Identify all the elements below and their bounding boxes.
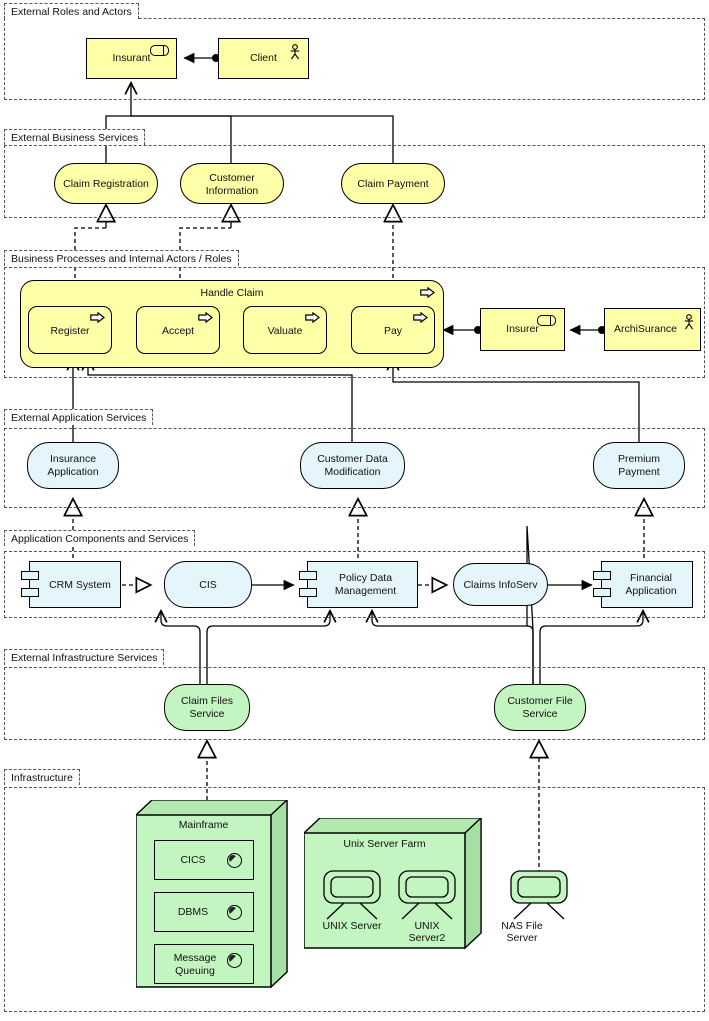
node-mainframe[interactable]: Mainframe CICS DBMS Message Queuing bbox=[136, 800, 288, 1002]
business-service-claim-payment[interactable]: Claim Payment bbox=[341, 163, 445, 204]
node-mainframe-label: Mainframe bbox=[178, 819, 229, 831]
layer-label-application-components: Application Components and Services bbox=[4, 530, 196, 546]
device-unix-server-label: UNIX Server bbox=[322, 920, 382, 932]
layer-label-external-business-services: External Business Services bbox=[4, 129, 146, 145]
application-service-claims-infoserv[interactable]: Claims InfoServ bbox=[453, 563, 548, 606]
business-process-pay[interactable]: Pay bbox=[351, 306, 435, 354]
architecture-diagram: External Roles and Actors External Busin… bbox=[0, 0, 709, 1021]
business-actor-client-label: Client bbox=[250, 52, 277, 64]
business-process-arrow-icon bbox=[90, 312, 105, 323]
device-icon bbox=[323, 870, 381, 920]
application-service-premium-payment[interactable]: Premium Payment bbox=[593, 442, 685, 489]
system-software-cics-label: CICS bbox=[180, 854, 206, 866]
layer-label-infrastructure: Infrastructure bbox=[4, 769, 80, 785]
business-process-arrow-icon bbox=[413, 312, 428, 323]
application-component-financial-application-label: Financial Application bbox=[625, 572, 677, 597]
business-process-arrow-icon bbox=[420, 287, 435, 298]
business-process-valuate-label: Valuate bbox=[267, 325, 303, 337]
application-component-financial-application[interactable]: Financial Application bbox=[593, 561, 693, 608]
system-software-message-queuing[interactable]: Message Queuing bbox=[154, 944, 254, 984]
business-process-accept-label: Accept bbox=[161, 325, 195, 337]
application-service-insurance-application-label: Insurance Application bbox=[47, 453, 99, 478]
business-service-claim-payment-label: Claim Payment bbox=[357, 178, 429, 190]
business-process-handle-claim-label: Handle Claim bbox=[200, 287, 264, 299]
application-service-insurance-application[interactable]: Insurance Application bbox=[27, 442, 119, 489]
infrastructure-service-claim-files-service[interactable]: Claim Files Service bbox=[164, 684, 250, 731]
business-process-arrow-icon bbox=[198, 312, 213, 323]
application-service-cis[interactable]: CIS bbox=[164, 561, 252, 608]
device-unix-server[interactable]: UNIX Server bbox=[320, 870, 384, 932]
infrastructure-service-claim-files-service-label: Claim Files Service bbox=[181, 695, 233, 720]
infrastructure-service-customer-file-service[interactable]: Customer File Service bbox=[494, 684, 586, 731]
device-unix-server2[interactable]: UNIX Server2 bbox=[395, 870, 459, 944]
business-actor-archisurance[interactable]: ArchiSurance bbox=[604, 308, 701, 351]
business-actor-client[interactable]: Client bbox=[218, 38, 309, 79]
device-icon bbox=[398, 870, 456, 920]
application-component-crm-system-label: CRM System bbox=[49, 579, 111, 591]
node-unix-server-farm[interactable]: Unix Server Farm UNIX Server UNIX Server… bbox=[304, 818, 482, 958]
business-service-claim-registration[interactable]: Claim Registration bbox=[54, 163, 158, 204]
business-service-claim-registration-label: Claim Registration bbox=[63, 178, 149, 190]
business-process-pay-label: Pay bbox=[383, 325, 403, 337]
system-software-message-queuing-label: Message Queuing bbox=[173, 952, 217, 977]
node-unix-server-farm-label: Unix Server Farm bbox=[343, 838, 426, 850]
layer-frame-external-infrastructure-services bbox=[4, 667, 705, 740]
business-role-insurer-label: Insurer bbox=[506, 323, 539, 335]
device-unix-server2-label: UNIX Server2 bbox=[408, 920, 446, 944]
application-service-cis-label: CIS bbox=[199, 579, 217, 591]
layer-label-external-roles-and-actors: External Roles and Actors bbox=[4, 3, 139, 19]
business-process-arrow-icon bbox=[305, 312, 320, 323]
layer-label-business-processes: Business Processes and Internal Actors /… bbox=[4, 250, 239, 266]
layer-label-external-infrastructure-services: External Infrastructure Services bbox=[4, 649, 165, 665]
application-service-premium-payment-label: Premium Payment bbox=[617, 453, 660, 478]
system-software-dbms[interactable]: DBMS bbox=[154, 892, 254, 932]
application-component-policy-data-management[interactable]: Policy Data Management bbox=[299, 561, 418, 608]
business-role-insurer[interactable]: Insurer bbox=[480, 308, 565, 351]
infrastructure-service-customer-file-service-label: Customer File Service bbox=[507, 695, 573, 720]
layer-label-external-application-services: External Application Services bbox=[4, 409, 154, 425]
business-role-insurant[interactable]: Insurant bbox=[86, 38, 177, 79]
system-software-cics[interactable]: CICS bbox=[154, 840, 254, 880]
business-role-insurant-label: Insurant bbox=[112, 52, 151, 64]
business-process-accept[interactable]: Accept bbox=[136, 306, 220, 354]
business-service-customer-information[interactable]: Customer Information bbox=[180, 163, 284, 204]
application-service-claims-infoserv-label: Claims InfoServ bbox=[463, 579, 538, 591]
system-software-dbms-label: DBMS bbox=[177, 906, 209, 918]
business-process-register-label: Register bbox=[50, 325, 90, 337]
application-component-policy-data-management-label: Policy Data Management bbox=[334, 572, 397, 597]
business-actor-archisurance-label: ArchiSurance bbox=[613, 323, 678, 335]
application-service-customer-data-modification-label: Customer Data Modification bbox=[317, 453, 388, 478]
business-service-customer-information-label: Customer Information bbox=[205, 172, 259, 197]
application-service-customer-data-modification[interactable]: Customer Data Modification bbox=[300, 442, 405, 489]
business-process-register[interactable]: Register bbox=[28, 306, 112, 354]
application-component-crm-system[interactable]: CRM System bbox=[21, 561, 121, 608]
business-process-valuate[interactable]: Valuate bbox=[243, 306, 327, 354]
